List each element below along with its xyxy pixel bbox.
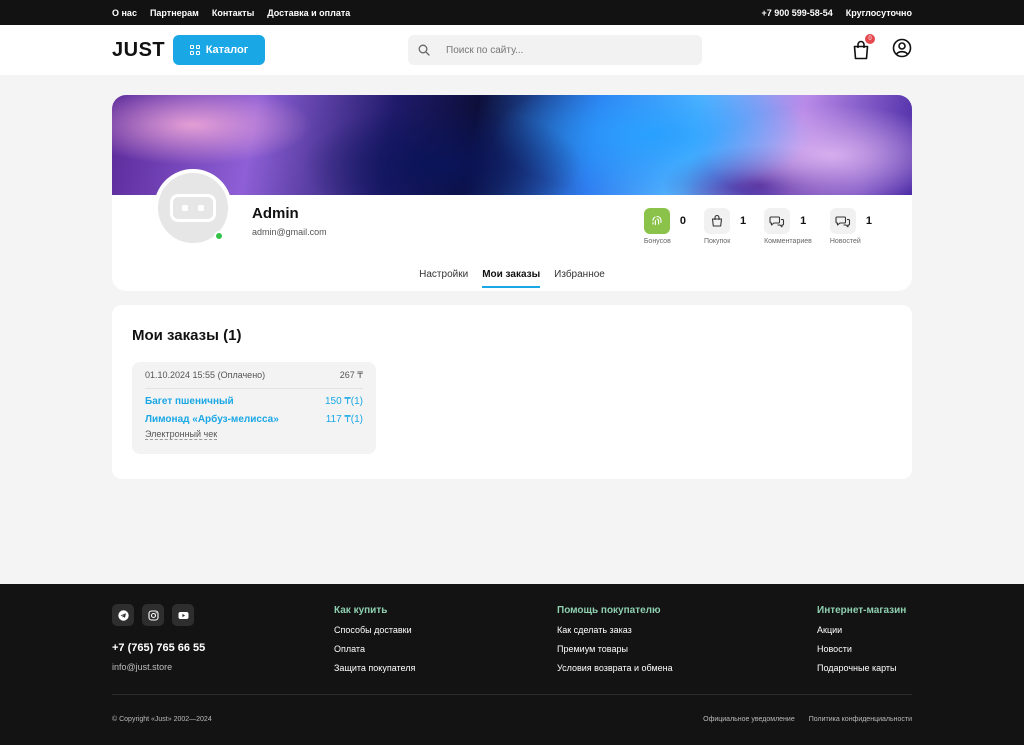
top-hours: Круглосуточно xyxy=(845,7,912,18)
fingerprint-icon xyxy=(643,208,670,234)
stat-purchases-value: 1 xyxy=(739,215,747,227)
footer-phone[interactable]: +7 (765) 765 66 55 xyxy=(112,642,205,654)
social-links xyxy=(112,604,194,626)
catalog-button[interactable]: Каталог xyxy=(173,35,265,65)
stat-comments-value: 1 xyxy=(800,215,807,227)
order-date-status: 01.10.2024 15:55 (Оплачено) xyxy=(145,370,266,380)
main-content: Admin admin@gmail.com 0 Бонусов 1 Покупо… xyxy=(112,95,912,479)
order-item-name[interactable]: Лимонад «Арбуз-мелисса» xyxy=(145,414,279,425)
user-icon xyxy=(892,38,912,58)
stat-news-value: 1 xyxy=(865,215,872,227)
footer-email[interactable]: info@just.store xyxy=(112,662,172,672)
footer-divider xyxy=(112,694,912,695)
profile-banner xyxy=(112,95,912,195)
footer-link[interactable]: Новости xyxy=(817,644,906,654)
stat-comments[interactable]: 1 Комментариев xyxy=(764,208,812,245)
footer-column-heading: Помощь покупателю xyxy=(557,605,661,616)
order-item: Лимонад «Арбуз-мелисса» 117 ₸(1) xyxy=(145,414,363,425)
footer-link[interactable]: Как сделать заказ xyxy=(557,625,673,635)
stat-news-label: Новостей xyxy=(829,238,861,245)
orders-section: Мои заказы (1) 01.10.2024 15:55 (Оплачен… xyxy=(112,305,912,479)
robot-avatar-icon xyxy=(170,194,216,222)
footer-link[interactable]: Акции xyxy=(817,625,906,635)
stat-purchases[interactable]: 1 Покупок xyxy=(703,208,747,245)
profile-email: admin@gmail.com xyxy=(252,227,327,237)
cart-button[interactable]: 0 xyxy=(850,33,875,61)
tab-settings[interactable]: Настройки xyxy=(419,269,468,288)
footer-link[interactable]: Оплата xyxy=(334,644,415,654)
instagram-icon[interactable] xyxy=(142,604,164,626)
bag-icon xyxy=(703,208,730,234)
profile-card: Admin admin@gmail.com 0 Бонусов 1 Покупо… xyxy=(112,95,912,291)
tab-favorites[interactable]: Избранное xyxy=(554,269,605,288)
search-icon[interactable] xyxy=(418,44,430,56)
stat-bonuses-label: Бонусов xyxy=(643,238,671,245)
order-item-price: 117 ₸(1) xyxy=(325,414,363,425)
stat-comments-label: Комментариев xyxy=(764,238,812,245)
footer-column-help: Помощь покупателю Как сделать заказ Прем… xyxy=(557,605,673,682)
profile-tabs: Настройки Мои заказы Избранное xyxy=(112,269,912,288)
footer-column-store: Интернет-магазин Акции Новости Подарочны… xyxy=(817,605,906,682)
top-link-partners[interactable]: Партнерам xyxy=(150,8,199,18)
grid-icon xyxy=(189,45,200,55)
stat-news[interactable]: 1 Новостей xyxy=(829,208,872,245)
top-link-delivery[interactable]: Доставка и оплата xyxy=(267,8,350,18)
footer-column-how-to-buy: Как купить Способы доставки Оплата Защит… xyxy=(334,605,415,682)
comments-icon xyxy=(764,208,791,234)
cart-count-badge: 0 xyxy=(865,33,875,44)
profile-stats: 0 Бонусов 1 Покупок 1 Комментариев 1 Нов… xyxy=(643,208,872,245)
receipt-link[interactable]: Электронный чек xyxy=(145,429,218,440)
top-link-contacts[interactable]: Контакты xyxy=(212,8,254,18)
search-input[interactable] xyxy=(446,44,686,56)
stat-bonuses[interactable]: 0 Бонусов xyxy=(643,208,686,245)
top-bar: О нас Партнерам Контакты Доставка и опла… xyxy=(0,0,1024,25)
copyright: © Copyright «Just» 2002—2024 xyxy=(112,716,212,723)
footer-link[interactable]: Подарочные карты xyxy=(817,663,906,673)
legal-links: Официальное уведомление Политика конфиде… xyxy=(703,716,912,723)
stat-purchases-label: Покупок xyxy=(703,238,731,245)
logo[interactable]: JUST xyxy=(112,39,173,62)
search-box xyxy=(408,35,702,65)
footer-link[interactable]: Премиум товары xyxy=(557,644,673,654)
news-icon xyxy=(829,208,856,234)
footer-column-heading: Интернет-магазин xyxy=(817,605,907,616)
tab-my-orders[interactable]: Мои заказы xyxy=(482,269,541,288)
order-item-price: 150 ₸(1) xyxy=(324,396,363,407)
order-card: 01.10.2024 15:55 (Оплачено) 267 ₸ Багет … xyxy=(132,362,376,454)
header: JUST Каталог 0 xyxy=(0,25,1024,75)
footer-link[interactable]: Способы доставки xyxy=(334,625,415,635)
top-nav: О нас Партнерам Контакты Доставка и опла… xyxy=(112,8,350,18)
legal-notice-link[interactable]: Официальное уведомление xyxy=(703,716,795,723)
order-item: Багет пшеничный 150 ₸(1) xyxy=(145,396,363,407)
profile-name: Admin xyxy=(252,205,299,222)
top-phone-link[interactable]: +7 900 599-58-54 xyxy=(761,8,832,18)
top-contacts: +7 900 599-58-54 Круглосуточно xyxy=(761,8,912,18)
order-total: 267 ₸ xyxy=(339,370,363,380)
top-link-about[interactable]: О нас xyxy=(112,8,137,18)
orders-title: Мои заказы (1) xyxy=(132,327,242,344)
stat-bonuses-value: 0 xyxy=(679,215,686,227)
online-status-indicator xyxy=(214,231,224,241)
telegram-icon[interactable] xyxy=(112,604,134,626)
footer-link[interactable]: Условия возврата и обмена xyxy=(557,663,673,673)
header-actions: 0 xyxy=(850,33,912,61)
order-header: 01.10.2024 15:55 (Оплачено) 267 ₸ xyxy=(145,370,363,389)
privacy-policy-link[interactable]: Политика конфиденциальности xyxy=(809,716,912,723)
catalog-label: Каталог xyxy=(205,44,249,56)
order-item-name[interactable]: Багет пшеничный xyxy=(145,396,234,407)
footer: +7 (765) 765 66 55 info@just.store Как к… xyxy=(0,584,1024,745)
youtube-icon[interactable] xyxy=(172,604,194,626)
footer-link[interactable]: Защита покупателя xyxy=(334,663,415,673)
footer-column-heading: Как купить xyxy=(334,605,388,616)
account-button[interactable] xyxy=(892,38,912,61)
